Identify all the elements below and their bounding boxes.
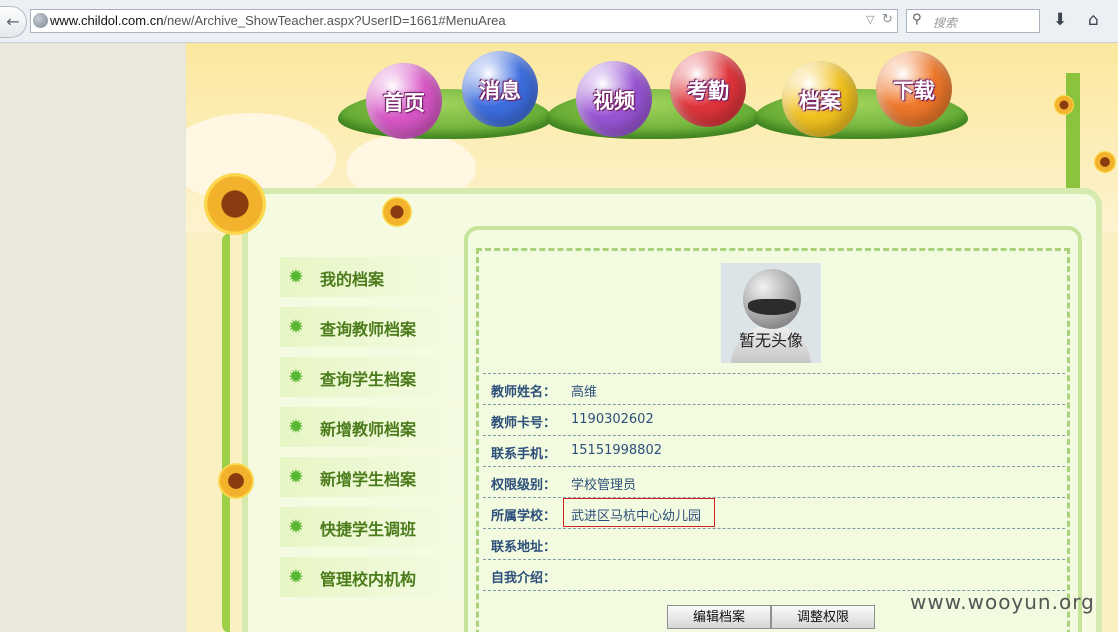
field-label: 教师姓名：: [491, 385, 557, 400]
dropdown-icon[interactable]: ▽: [866, 13, 874, 26]
watermark: www.wooyun.org: [910, 590, 1095, 614]
field-label: 自我介绍：: [491, 571, 557, 586]
url-text: www.childol.com.cn/new/Archive_ShowTeach…: [50, 13, 506, 28]
field-value: 15151998802: [571, 443, 662, 458]
avatar: 暂无头像: [721, 263, 821, 363]
sidebar-item-label: 我的档案: [320, 270, 385, 289]
url-domain: www.childol.com.cn: [50, 13, 164, 28]
nav-home-label: 首页: [383, 91, 425, 115]
field-value: 武进区马杭中心幼儿园: [571, 509, 702, 524]
flower-decoration: [1054, 95, 1074, 115]
field-row-phone: 联系手机： 15151998802: [483, 435, 1065, 467]
field-value: 学校管理员: [571, 478, 637, 493]
adjust-permission-button[interactable]: 调整权限: [771, 605, 875, 629]
sidebar-item-add-teacher[interactable]: ✹ 新增教师档案: [280, 407, 462, 447]
flower-bullet-icon: ✹: [288, 266, 304, 288]
field-label: 联系地址：: [491, 540, 557, 555]
sidebar-item-label: 查询教师档案: [320, 320, 417, 339]
web-page: 首页 消息 视频 考勤 档案 下载 ✹ 我的档案 ✹ 查询教师档案 ✹ 查询学生档案 …: [186, 43, 1118, 632]
home-icon[interactable]: ⌂: [1088, 10, 1099, 30]
nav-archive[interactable]: 档案: [782, 61, 858, 137]
sidebar-item-label: 快捷学生调班: [320, 520, 417, 539]
sidebar: ✹ 我的档案 ✹ 查询教师档案 ✹ 查询学生档案 ✹ 新增教师档案 ✹ 新增学生档案 ✹ 快…: [280, 251, 462, 631]
field-row-address: 联系地址：: [483, 528, 1065, 560]
field-row-intro: 自我介绍：: [483, 559, 1065, 591]
sunflower-decoration: [204, 173, 266, 235]
nav-messages[interactable]: 消息: [462, 51, 538, 127]
nav-archive-label: 档案: [799, 89, 841, 113]
sidebar-item-query-teacher[interactable]: ✹ 查询教师档案: [280, 307, 462, 347]
flower-decoration: [1094, 151, 1116, 173]
flower-bullet-icon: ✹: [288, 516, 304, 538]
field-label: 教师卡号：: [491, 416, 557, 431]
sunflower-decoration: [382, 197, 412, 227]
address-bar[interactable]: www.childol.com.cn/new/Archive_ShowTeach…: [30, 9, 898, 33]
flower-bullet-icon: ✹: [288, 366, 304, 388]
field-row-permission: 权限级别： 学校管理员: [483, 466, 1065, 498]
sidebar-item-my-archive[interactable]: ✹ 我的档案: [280, 257, 462, 297]
nav-home[interactable]: 首页: [366, 63, 442, 139]
search-icon: ⚲: [912, 12, 922, 27]
field-row-name: 教师姓名： 高维: [483, 373, 1065, 405]
sidebar-item-add-student[interactable]: ✹ 新增学生档案: [280, 457, 462, 497]
flower-bullet-icon: ✹: [288, 466, 304, 488]
sunflower-decoration: [218, 463, 254, 499]
sidebar-item-query-student[interactable]: ✹ 查询学生档案: [280, 357, 462, 397]
flower-bullet-icon: ✹: [288, 566, 304, 588]
edit-archive-button[interactable]: 编辑档案: [667, 605, 771, 629]
globe-icon: [33, 13, 48, 28]
sidebar-item-label: 新增学生档案: [320, 470, 417, 489]
field-label: 联系手机：: [491, 447, 557, 462]
avatar-glasses: [748, 299, 796, 315]
nav-messages-label: 消息: [479, 79, 521, 103]
avatar-placeholder-text: 暂无头像: [738, 331, 803, 350]
field-value: 1190302602: [571, 412, 654, 427]
field-row-card: 教师卡号： 1190302602: [483, 404, 1065, 436]
search-input[interactable]: ⚲ 搜索: [906, 9, 1040, 33]
url-path: /new/Archive_ShowTeacher.aspx?UserID=166…: [163, 13, 506, 28]
field-label: 所属学校：: [491, 509, 557, 524]
search-placeholder: 搜索: [933, 16, 958, 30]
browser-toolbar: ← www.childol.com.cn/new/Archive_ShowTea…: [0, 0, 1118, 43]
profile-panel: 暂无头像 教师姓名： 高维 教师卡号： 1190302602 联系手机： 151519…: [464, 226, 1082, 632]
nav-download-label: 下载: [893, 79, 935, 103]
sidebar-item-manage-org[interactable]: ✹ 管理校内机构: [280, 557, 462, 597]
sidebar-item-label: 查询学生档案: [320, 370, 417, 389]
nav-attendance[interactable]: 考勤: [670, 51, 746, 127]
nav-video-label: 视频: [593, 89, 635, 113]
nav-download[interactable]: 下载: [876, 51, 952, 127]
flower-bullet-icon: ✹: [288, 316, 304, 338]
field-value: 高维: [571, 385, 598, 400]
back-arrow-icon[interactable]: ←: [0, 6, 27, 38]
sidebar-item-label: 新增教师档案: [320, 420, 417, 439]
sidebar-item-transfer-student[interactable]: ✹ 快捷学生调班: [280, 507, 462, 547]
profile-box: 暂无头像 教师姓名： 高维 教师卡号： 1190302602 联系手机： 151519…: [476, 248, 1070, 632]
nav-video[interactable]: 视频: [576, 61, 652, 137]
reload-icon[interactable]: ↻: [882, 12, 893, 27]
flower-bullet-icon: ✹: [288, 416, 304, 438]
field-label: 权限级别：: [491, 478, 557, 493]
nav-attendance-label: 考勤: [687, 79, 729, 103]
vine-decoration: [222, 233, 230, 632]
field-row-school: 所属学校： 武进区马杭中心幼儿园: [483, 497, 1065, 529]
sidebar-item-label: 管理校内机构: [320, 570, 417, 589]
download-icon[interactable]: ⬇: [1053, 10, 1067, 30]
